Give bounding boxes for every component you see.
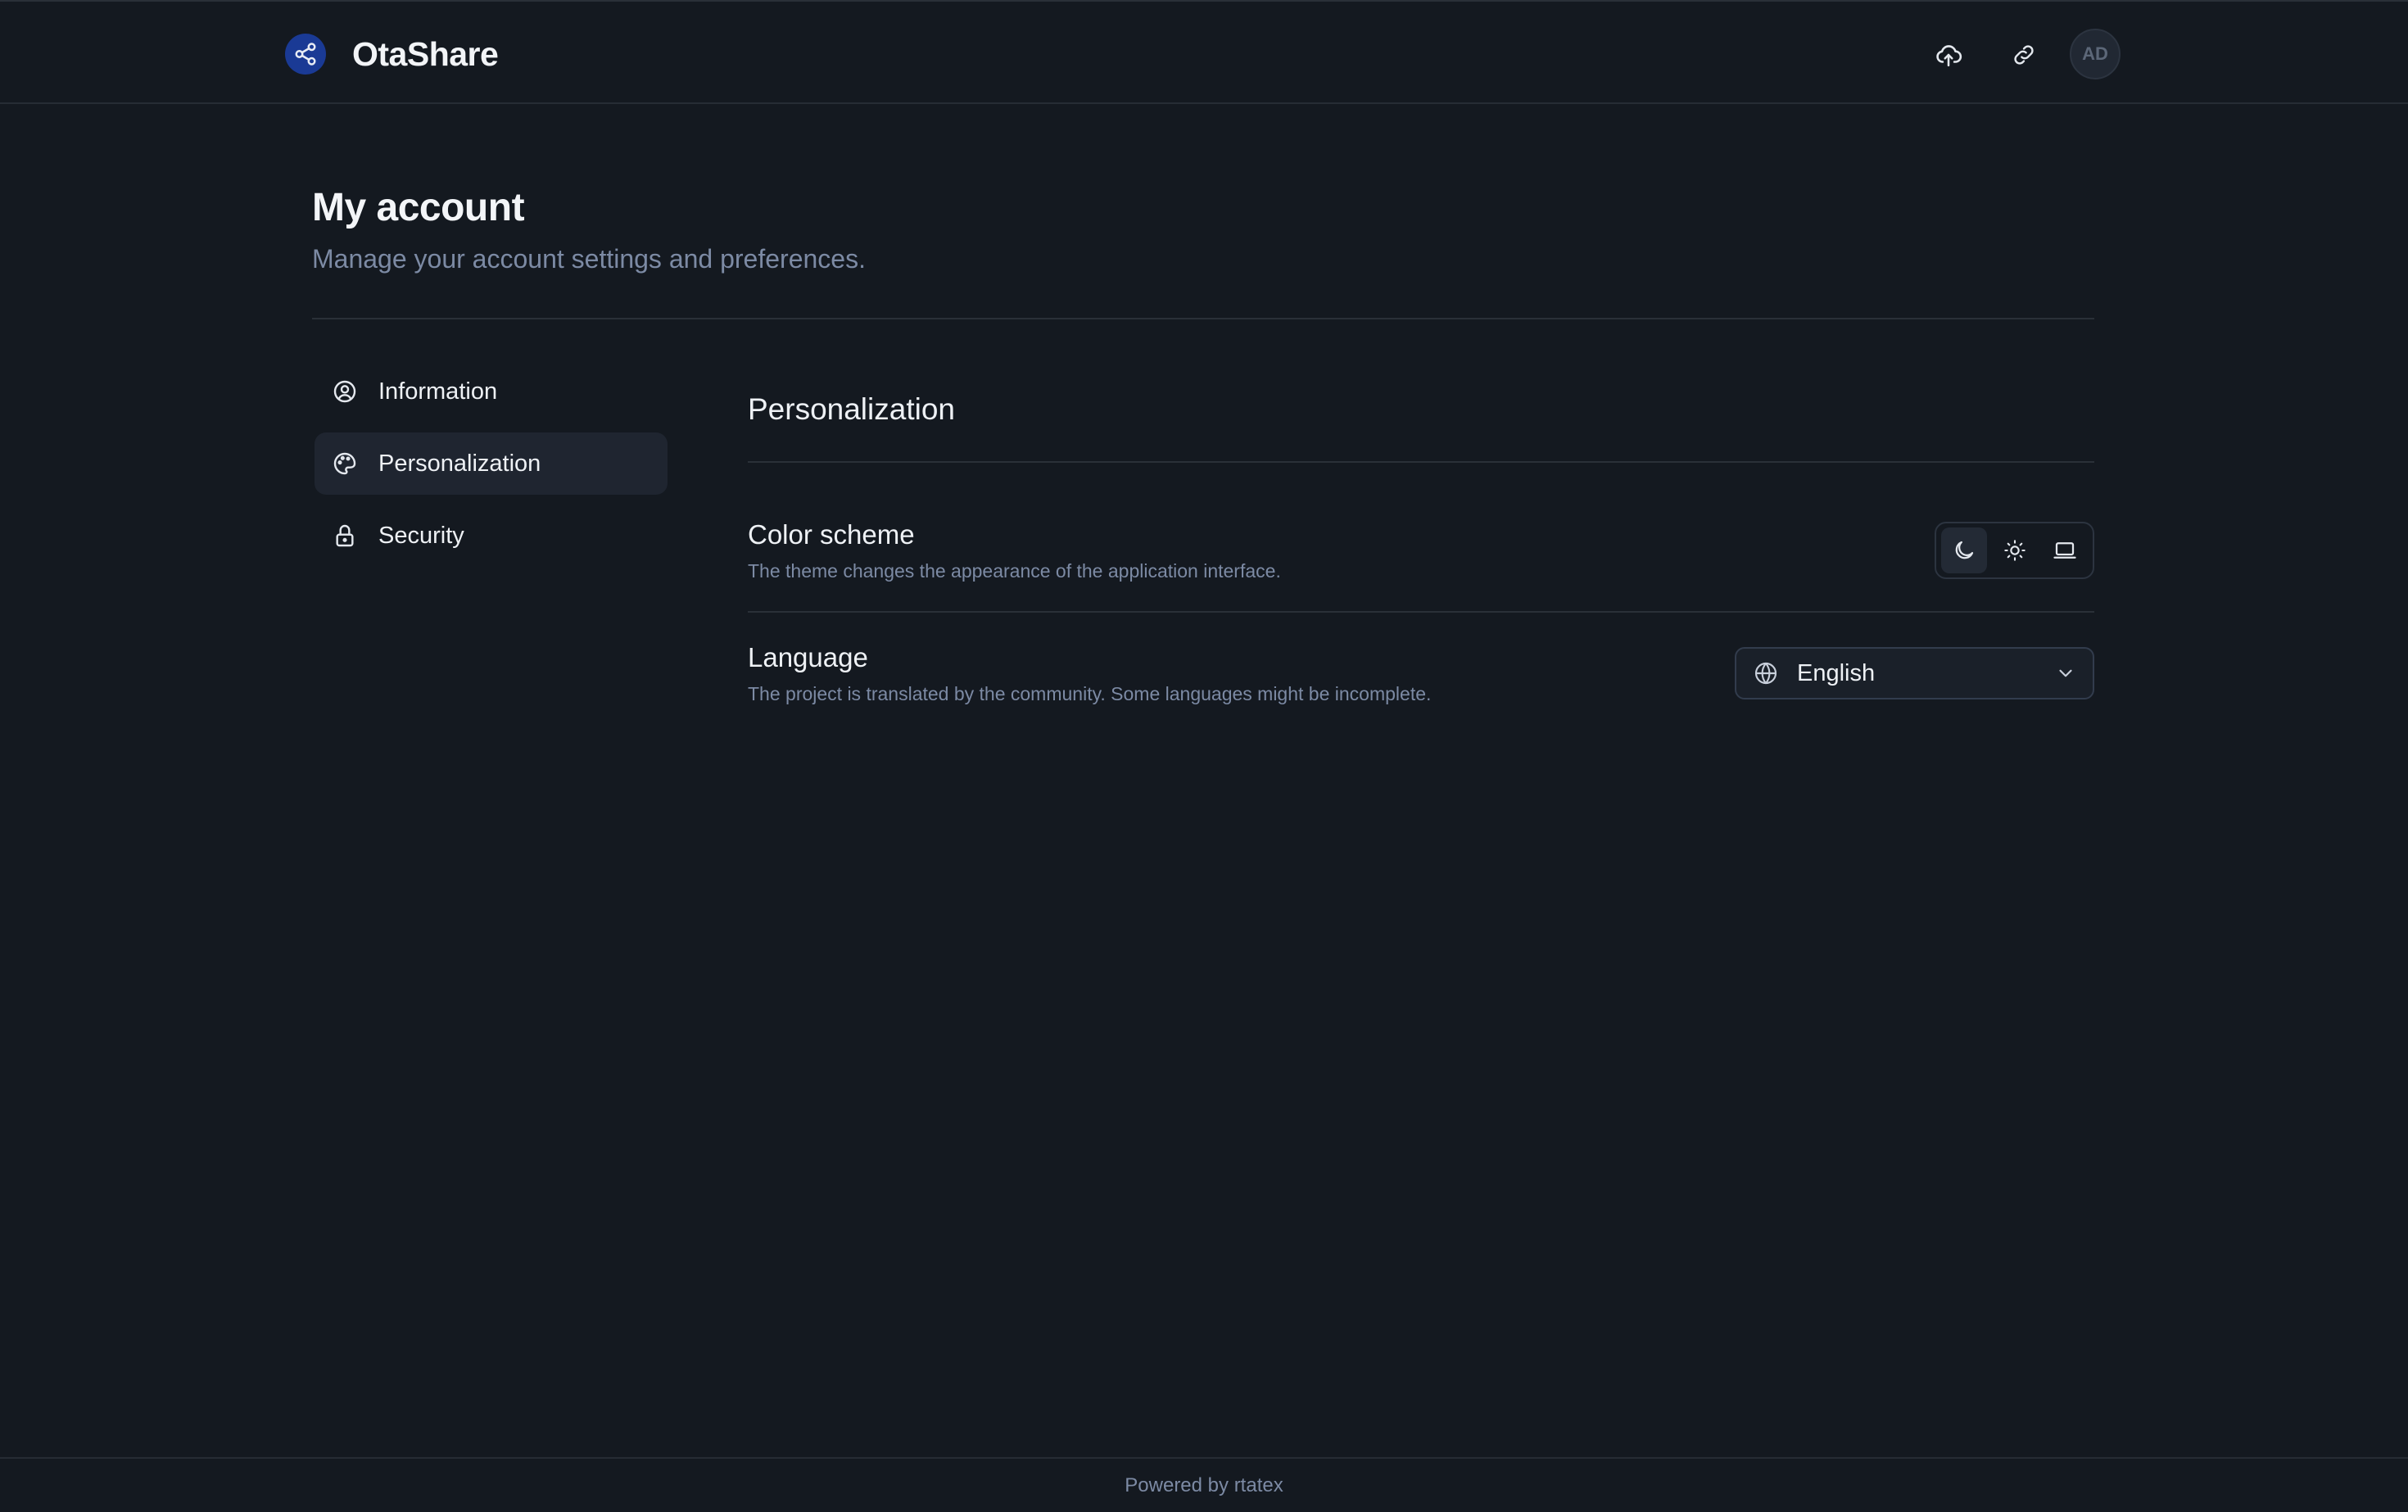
color-scheme-title: Color scheme — [748, 519, 915, 550]
language-title: Language — [748, 642, 868, 672]
footer: Powered by rtatex — [0, 1457, 2408, 1512]
light-theme-button[interactable] — [1992, 527, 2038, 573]
sidebar-item-label: Security — [378, 523, 464, 549]
color-scheme-toggle — [1935, 522, 2094, 579]
globe-icon — [1754, 662, 1777, 685]
moon-icon — [1955, 541, 1973, 559]
user-circle-icon — [331, 378, 359, 405]
sidebar-item-personalization[interactable]: Personalization — [315, 432, 668, 495]
chevron-down-icon — [2059, 669, 2072, 677]
system-theme-button[interactable] — [2042, 527, 2088, 573]
sidebar-item-information[interactable]: Information — [315, 360, 668, 423]
top-header: OtaShare AD — [0, 0, 2408, 104]
brand-name[interactable]: OtaShare — [352, 33, 499, 75]
language-value: English — [1797, 659, 1876, 686]
sidebar-item-label: Personalization — [378, 450, 541, 477]
divider — [748, 611, 2094, 613]
link-icon — [2014, 45, 2034, 65]
language-description: The project is translated by the communi… — [748, 683, 1432, 704]
user-avatar[interactable]: AD — [2070, 29, 2121, 79]
dark-theme-button[interactable] — [1941, 527, 1987, 573]
language-select[interactable]: English — [1735, 647, 2094, 699]
sidebar-item-security[interactable]: Security — [315, 505, 668, 567]
page-subtitle: Manage your account settings and prefere… — [312, 244, 866, 274]
footer-text: Powered by rtatex — [1125, 1474, 1283, 1496]
section-title: Personalization — [748, 392, 955, 426]
color-scheme-description: The theme changes the appearance of the … — [748, 560, 1281, 582]
upload-button[interactable] — [1925, 31, 1972, 79]
share-logo-icon[interactable] — [285, 34, 326, 75]
lock-icon — [331, 522, 359, 550]
monitor-icon — [2053, 542, 2076, 559]
page-title: My account — [312, 186, 525, 229]
divider — [748, 461, 2094, 463]
links-button[interactable] — [2000, 31, 2048, 79]
upload-icon — [1936, 45, 1962, 67]
sun-icon — [2003, 540, 2026, 561]
divider — [312, 318, 2094, 319]
sidebar-item-label: Information — [378, 378, 498, 405]
palette-icon — [331, 450, 359, 478]
